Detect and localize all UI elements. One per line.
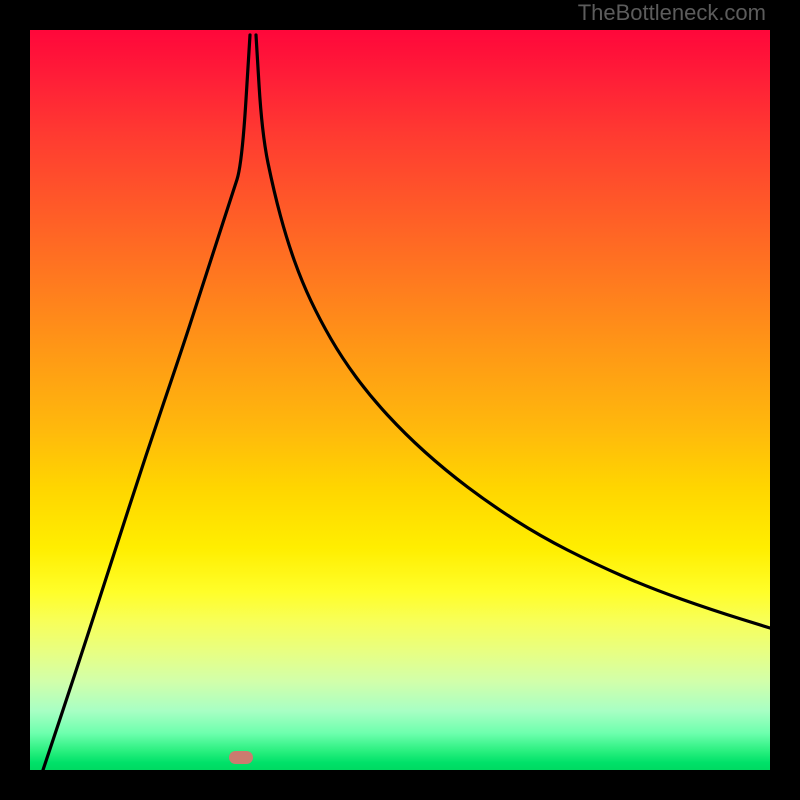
- chart-frame: TheBottleneck.com: [0, 0, 800, 800]
- curve-left-branch: [43, 35, 250, 770]
- minimum-marker: [229, 751, 253, 764]
- bottleneck-curve: [30, 30, 770, 770]
- curve-right-branch: [256, 35, 770, 628]
- plot-area: [30, 30, 770, 770]
- watermark-text: TheBottleneck.com: [578, 0, 766, 26]
